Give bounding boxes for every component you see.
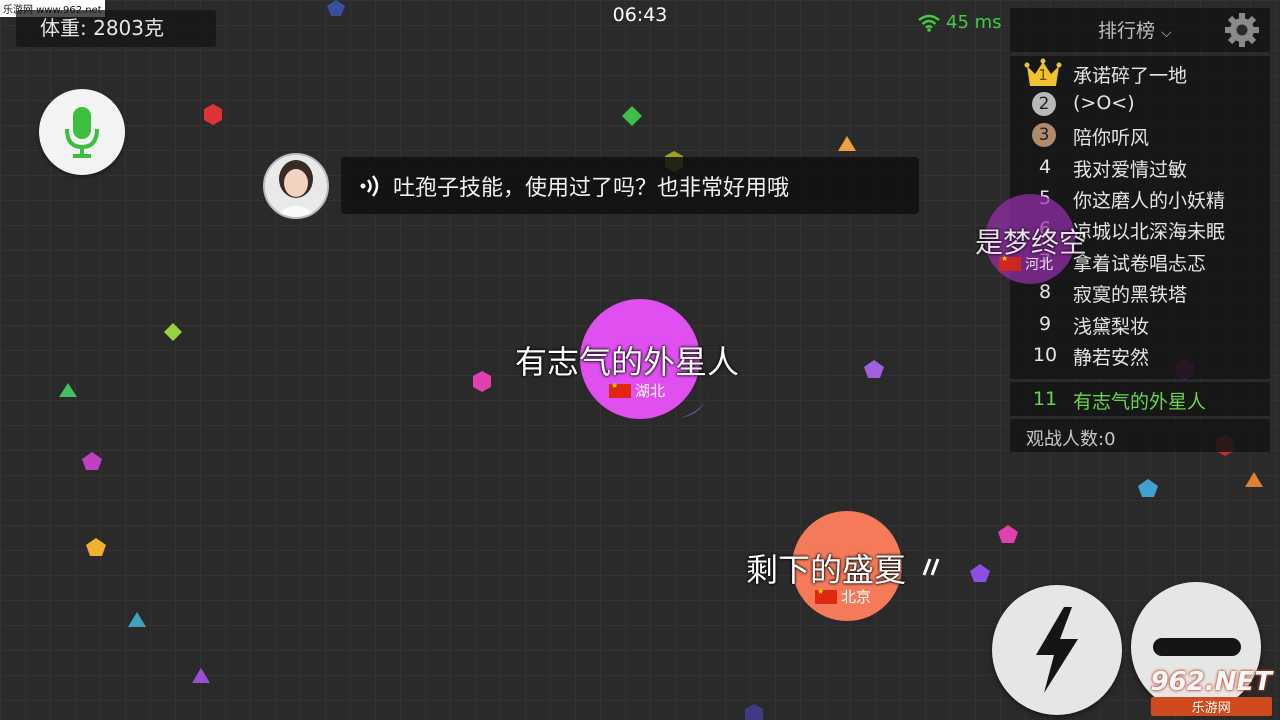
watermark-logo: 962.NET 乐游网 bbox=[1150, 667, 1272, 716]
player-region-label: 湖北 bbox=[635, 382, 666, 400]
leaderboard-header: 排行榜 ⌵ bbox=[1010, 8, 1270, 52]
food-pellet bbox=[192, 668, 210, 683]
leaderboard-title: 排行榜 bbox=[1098, 20, 1156, 42]
player-cell-region: 湖北 bbox=[609, 380, 665, 401]
leaderboard-toggle[interactable]: 排行榜 ⌵ bbox=[1098, 16, 1172, 43]
china-flag-icon bbox=[999, 254, 1021, 271]
food-pellet bbox=[327, 0, 345, 16]
food-pellet bbox=[82, 452, 102, 470]
watermark-sub: 乐游网 bbox=[1150, 697, 1272, 716]
enemy-cell-name: 剩下的盛夏 bbox=[746, 551, 907, 589]
leaderboard-player-name: 陪你听风 bbox=[1073, 127, 1150, 149]
minus-icon bbox=[1153, 638, 1241, 656]
food-pellet bbox=[1245, 472, 1263, 487]
chat-message-bubble[interactable]: 吐孢子技能，使用过了吗？也非常好用哦 bbox=[341, 157, 919, 214]
leaderboard-player-name: 凉城以北深海未眠 bbox=[1073, 221, 1226, 243]
leaderboard-rank: 9 bbox=[1038, 313, 1052, 335]
leaderboard-row: 1 承诺碎了一地 bbox=[1010, 58, 1270, 89]
leaderboard-player-name: 承诺碎了一地 bbox=[1073, 65, 1188, 87]
leaderboard-player-name: 寂寞的黑铁塔 bbox=[1073, 284, 1188, 306]
china-flag-icon bbox=[815, 587, 837, 604]
food-pellet bbox=[86, 538, 106, 556]
china-flag-icon bbox=[609, 381, 631, 398]
self-name: 有志气的外星人 bbox=[1073, 391, 1207, 413]
enemy-region-label: 河北 bbox=[1025, 257, 1053, 273]
player-cell-name: 有志气的外星人 bbox=[515, 343, 740, 381]
food-pellet bbox=[204, 104, 222, 125]
leaderboard-row: 10 静若安然 bbox=[1010, 340, 1270, 371]
leaderboard-rank: 2 bbox=[1032, 92, 1056, 116]
lightning-icon bbox=[1036, 607, 1078, 693]
game-clock: 06:43 bbox=[612, 4, 668, 26]
watermark-brand: 962.NET bbox=[1150, 667, 1272, 697]
leaderboard-rank: 4 bbox=[1038, 156, 1052, 178]
enemy-cell-region: 北京 bbox=[815, 586, 871, 607]
food-pellet bbox=[970, 564, 990, 582]
settings-button[interactable] bbox=[1224, 12, 1260, 52]
leaderboard-self-row: 11 有志气的外星人 bbox=[1010, 382, 1270, 416]
chat-message-text: 吐孢子技能，使用过了吗？也非常好用哦 bbox=[393, 175, 790, 201]
leaderboard-rank: 8 bbox=[1038, 281, 1052, 303]
food-pellet bbox=[128, 612, 146, 627]
food-pellet bbox=[864, 360, 884, 378]
voice-chat-button[interactable] bbox=[39, 89, 125, 175]
leaderboard-player-name: 你这磨人的小妖精 bbox=[1073, 190, 1226, 212]
leaderboard-row: 3 陪你听风 bbox=[1010, 120, 1270, 151]
spectator-count-row: 观战人数:0 bbox=[1010, 419, 1270, 452]
food-pellet bbox=[473, 371, 491, 392]
avatar-portrait-icon bbox=[265, 155, 327, 217]
leaderboard-player-name: (>O<) bbox=[1073, 92, 1135, 114]
chat-avatar bbox=[263, 153, 329, 219]
self-rank: 11 bbox=[1032, 388, 1058, 410]
leaderboard-row: 9 浅黛梨妆 bbox=[1010, 309, 1270, 340]
spectator-count: 观战人数:0 bbox=[1026, 429, 1116, 450]
food-pellet bbox=[1138, 479, 1158, 497]
enemy-cell-region: 河北 bbox=[999, 254, 1053, 274]
leaderboard-row: 8 寂寞的黑铁塔 bbox=[1010, 277, 1270, 308]
network-status: 45 ms bbox=[918, 12, 1002, 33]
cell-direction-indicator bbox=[680, 392, 708, 418]
enemy-region-label: 北京 bbox=[841, 588, 872, 606]
weight-display: 体重: 2803克 bbox=[16, 10, 216, 47]
voice-message-icon bbox=[360, 174, 379, 197]
leaderboard-rank: 10 bbox=[1032, 344, 1058, 366]
leaderboard-row: 2 (>O<) bbox=[1010, 89, 1270, 120]
split-button[interactable] bbox=[992, 585, 1122, 715]
leaderboard-row: 4 我对爱情过敏 bbox=[1010, 152, 1270, 183]
leaderboard-rank: 3 bbox=[1032, 123, 1056, 147]
splash-mark-icon bbox=[922, 558, 940, 576]
food-pellet bbox=[59, 383, 77, 397]
food-pellet bbox=[998, 525, 1018, 543]
ping-value: 45 ms bbox=[946, 12, 1002, 33]
food-pellet bbox=[745, 704, 763, 720]
microphone-icon bbox=[65, 107, 99, 158]
chevron-down-icon: ⌵ bbox=[1161, 25, 1172, 41]
leaderboard-player-name: 浅黛梨妆 bbox=[1073, 316, 1150, 338]
leaderboard-rank: 1 bbox=[1038, 66, 1048, 84]
leaderboard-player-name: 拿着试卷唱忐忑 bbox=[1073, 253, 1207, 275]
wifi-icon bbox=[918, 14, 940, 32]
food-pellet bbox=[164, 323, 182, 341]
gear-icon bbox=[1225, 13, 1259, 47]
food-pellet bbox=[622, 106, 642, 126]
food-pellet bbox=[838, 136, 856, 151]
leaderboard-player-name: 静若安然 bbox=[1073, 347, 1150, 369]
leaderboard-player-name: 我对爱情过敏 bbox=[1073, 159, 1188, 181]
